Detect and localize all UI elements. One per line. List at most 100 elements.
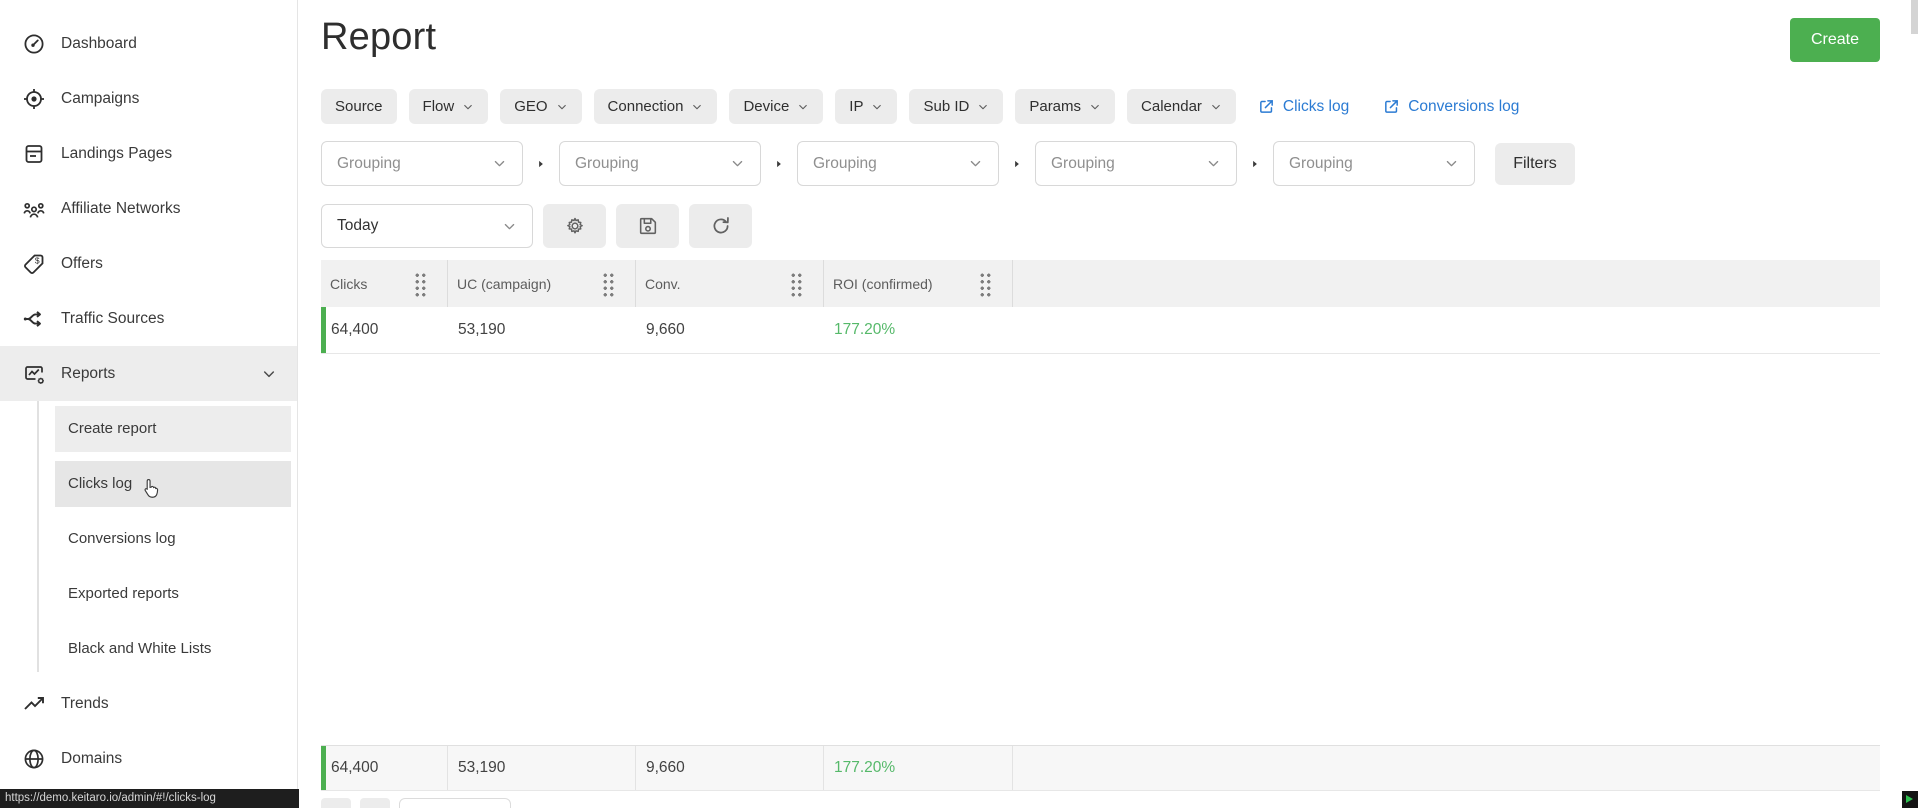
pagination-next-button[interactable] — [360, 798, 390, 808]
drag-handle-icon[interactable] — [413, 270, 426, 297]
app-window: Dashboard Campaigns Landings Pages Affil… — [0, 0, 1918, 808]
filter-chip-label: Device — [743, 98, 790, 115]
subnav-connector — [37, 401, 39, 672]
column-header-uc-campaign[interactable]: UC (campaign) — [448, 260, 636, 307]
grouping-placeholder: Grouping — [575, 154, 639, 172]
log-link-label: Clicks log — [1282, 97, 1350, 115]
sidebar-item-domains[interactable]: Domains — [0, 731, 297, 786]
sidebar-item-reports[interactable]: Reports — [0, 346, 297, 401]
save-button[interactable] — [616, 204, 679, 248]
browser-status-url: https://demo.keitaro.io/admin/#!/clicks-… — [0, 789, 299, 808]
sidebar-item-affiliate-networks[interactable]: Affiliate Networks — [0, 181, 297, 236]
drag-handle-icon[interactable] — [601, 270, 614, 297]
column-header-filler[interactable] — [1013, 260, 1880, 307]
sidebar-item-landings-pages[interactable]: Landings Pages — [0, 126, 297, 181]
sidebar-nav: Dashboard Campaigns Landings Pages Affil… — [0, 0, 297, 786]
sidebar-subitem-label: Clicks log — [68, 475, 133, 492]
table-empty-area — [321, 354, 1880, 745]
table-row: 64,400 53,190 9,660 177.20% — [321, 307, 1880, 354]
grouping-select-5[interactable]: Grouping — [1273, 141, 1475, 186]
pagination-prev-button[interactable] — [321, 798, 351, 808]
sidebar-subitem-exported-reports[interactable]: Exported reports — [55, 566, 291, 621]
filter-chip-params[interactable]: Params — [1015, 89, 1116, 124]
filter-chip-geo[interactable]: GEO — [500, 89, 582, 124]
settings-button[interactable] — [543, 204, 606, 248]
page-title: Report — [321, 16, 437, 58]
column-header-clicks[interactable]: Clicks — [321, 260, 448, 307]
sidebar-item-dashboard[interactable]: Dashboard — [0, 16, 297, 71]
sidebar-subitem-conversions-log[interactable]: Conversions log — [55, 511, 291, 566]
grouping-row: Grouping Grouping Grouping Grouping Grou… — [321, 141, 1880, 186]
filter-chip-flow[interactable]: Flow — [408, 89, 489, 124]
column-header-label: Clicks — [330, 275, 368, 292]
date-range-value: Today — [337, 217, 379, 234]
drag-handle-icon[interactable] — [978, 270, 991, 297]
chevron-down-icon — [556, 101, 568, 113]
report-table: Clicks UC (campaign) Conv. ROI (confirme… — [321, 260, 1880, 791]
table-cell: 64,400 — [321, 746, 448, 790]
toolbar-row: Today — [321, 204, 1880, 248]
mouse-cursor-icon — [138, 477, 162, 501]
sidebar-item-offers[interactable]: $ Offers — [0, 236, 297, 291]
caret-right-icon — [999, 159, 1035, 169]
target-icon — [22, 87, 46, 111]
filters-button[interactable]: Filters — [1495, 142, 1575, 185]
filter-chip-ip[interactable]: IP — [835, 89, 898, 124]
sidebar-item-campaigns[interactable]: Campaigns — [0, 71, 297, 126]
table-cell-filler — [1013, 746, 1880, 790]
reports-subnav: Create report Clicks log Conversions log… — [0, 401, 297, 676]
drag-handle-icon[interactable] — [789, 270, 802, 297]
filter-chip-sub-id[interactable]: Sub ID — [909, 89, 1004, 124]
filter-chip-device[interactable]: Device — [729, 89, 824, 124]
filter-chip-label: Params — [1029, 98, 1082, 115]
chevron-down-icon — [871, 101, 883, 113]
table-cell: 53,190 — [448, 746, 636, 790]
sidebar-subitem-label: Conversions log — [68, 530, 176, 547]
grouping-select-4[interactable]: Grouping — [1035, 141, 1237, 186]
totals-accent-bar — [321, 746, 326, 790]
chevron-down-icon — [977, 101, 989, 113]
page-size-select[interactable] — [399, 798, 511, 808]
sidebar-item-trends[interactable]: Trends — [0, 676, 297, 731]
link-clicks-log[interactable]: Clicks log — [1258, 98, 1349, 116]
row-accent-bar — [321, 307, 326, 353]
sidebar-item-traffic-sources[interactable]: Traffic Sources — [0, 291, 297, 346]
sidebar-subitem-black-and-white-lists[interactable]: Black and White Lists — [55, 621, 291, 676]
grouping-placeholder: Grouping — [813, 154, 877, 172]
create-button[interactable]: Create — [1790, 18, 1880, 62]
caret-right-icon — [1237, 159, 1273, 169]
people-icon — [22, 197, 46, 221]
sidebar-subitem-clicks-log[interactable]: Clicks log — [55, 456, 291, 511]
column-header-conv[interactable]: Conv. — [636, 260, 824, 307]
table-cell: 53,190 — [458, 321, 506, 338]
chevron-down-icon — [492, 156, 507, 171]
sidebar-item-label: Domains — [61, 749, 123, 767]
sidebar-item-label: Campaigns — [61, 89, 140, 107]
grouping-select-3[interactable]: Grouping — [797, 141, 999, 186]
refresh-button[interactable] — [689, 204, 752, 248]
date-range-select[interactable]: Today — [321, 204, 533, 248]
chevron-down-icon — [502, 219, 517, 234]
sidebar-item-label: Offers — [61, 254, 103, 272]
log-link-label: Conversions log — [1408, 97, 1520, 115]
scrollbar-thumb[interactable] — [1911, 0, 1918, 34]
globe-icon — [22, 747, 46, 771]
sidebar-item-label: Landings Pages — [61, 144, 173, 162]
chevron-down-icon — [261, 366, 277, 382]
settings-icon — [564, 215, 586, 237]
link-conversions-log[interactable]: Conversions log — [1383, 98, 1519, 116]
filter-chip-source[interactable]: Source — [321, 89, 397, 124]
sidebar-item-label: Reports — [61, 364, 116, 382]
table-cell: 9,660 — [646, 321, 685, 338]
chevron-down-icon — [968, 156, 983, 171]
grouping-select-2[interactable]: Grouping — [559, 141, 761, 186]
filter-chip-label: IP — [849, 98, 864, 115]
sidebar-item-label: Dashboard — [61, 34, 137, 52]
grouping-select-1[interactable]: Grouping — [321, 141, 523, 186]
filter-chip-calendar[interactable]: Calendar — [1127, 89, 1236, 124]
sidebar-subitem-create-report[interactable]: Create report — [55, 401, 291, 456]
corner-badge — [1902, 791, 1918, 808]
chevron-down-icon — [1206, 156, 1221, 171]
filter-chip-connection[interactable]: Connection — [593, 89, 718, 124]
column-header-roi-confirmed[interactable]: ROI (confirmed) — [824, 260, 1013, 307]
